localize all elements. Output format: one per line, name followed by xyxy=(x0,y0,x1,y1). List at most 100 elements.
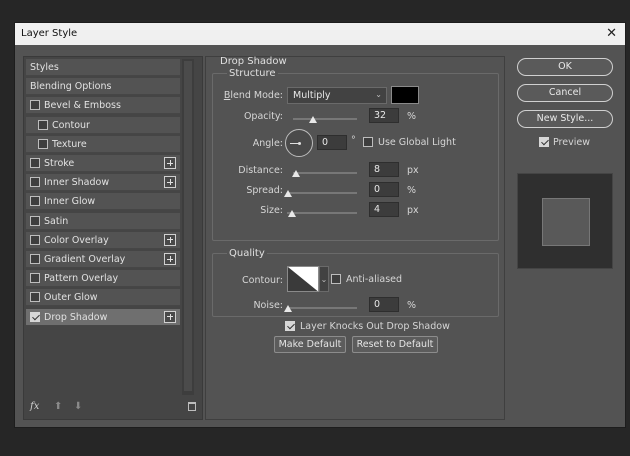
structure-title: Structure xyxy=(227,68,278,79)
shadow-color-swatch[interactable] xyxy=(391,86,419,104)
distance-input[interactable]: 8 xyxy=(369,162,399,177)
preview-checkbox[interactable] xyxy=(539,137,549,147)
title-bar: Layer Style ✕ xyxy=(15,23,625,45)
fx-icon[interactable]: fx xyxy=(30,401,39,412)
noise-unit: % xyxy=(407,300,417,311)
style-item-label: Styles xyxy=(30,62,59,73)
size-unit: px xyxy=(407,205,419,216)
spread-unit: % xyxy=(407,185,417,196)
style-item-blending-options[interactable]: Blending Options xyxy=(26,78,180,96)
style-checkbox[interactable] xyxy=(30,292,40,303)
opacity-slider-thumb[interactable] xyxy=(309,116,318,123)
style-checkbox[interactable] xyxy=(30,100,40,111)
size-slider-thumb[interactable] xyxy=(288,210,296,217)
noise-input[interactable]: 0 xyxy=(369,297,399,312)
add-instance-icon[interactable] xyxy=(164,233,176,246)
noise-slider-thumb[interactable] xyxy=(284,305,292,312)
opacity-slider[interactable] xyxy=(293,118,357,120)
preview-label: Preview xyxy=(553,137,590,148)
style-item-color-overlay[interactable]: Color Overlay xyxy=(26,231,180,249)
quality-group: Quality Contour: ⌄ Anti-aliased Noise: 0… xyxy=(212,248,499,317)
drop-shadow-settings: Drop Shadow Structure Blend Mode: Multip… xyxy=(205,56,505,420)
layer-style-dialog: Layer Style ✕ Styles Blending Options Beve… xyxy=(14,22,626,428)
style-item-label: Stroke xyxy=(44,158,75,169)
knocks-out-checkbox[interactable] xyxy=(285,321,295,331)
distance-unit: px xyxy=(407,165,419,176)
style-item-styles[interactable]: Styles xyxy=(26,59,180,76)
add-instance-icon[interactable] xyxy=(164,176,176,189)
add-instance-icon[interactable] xyxy=(164,157,176,169)
angle-unit: ° xyxy=(351,135,356,146)
chevron-down-icon[interactable]: ⌄ xyxy=(319,266,329,292)
style-item-gradient-overlay[interactable]: Gradient Overlay xyxy=(26,251,180,268)
chevron-down-icon: ⌄ xyxy=(375,90,382,99)
anti-aliased-checkbox[interactable] xyxy=(331,274,341,284)
move-down-icon[interactable]: ⬇ xyxy=(74,401,84,413)
use-global-light-checkbox[interactable] xyxy=(363,137,373,147)
size-label: Size: xyxy=(260,205,283,216)
scrollbar-thumb[interactable] xyxy=(184,61,192,391)
spread-input[interactable]: 0 xyxy=(369,182,399,197)
contour-label: Contour: xyxy=(242,275,283,286)
styles-list: Styles Blending Options Bevel & Emboss Cont… xyxy=(23,56,203,420)
spread-slider-thumb[interactable] xyxy=(284,190,292,197)
style-item-texture[interactable]: Texture xyxy=(26,135,180,153)
blend-mode-label: Blend Mode: xyxy=(223,90,283,101)
style-item-inner-shadow[interactable]: Inner Shadow xyxy=(26,174,180,192)
style-item-pattern-overlay[interactable]: Pattern Overlay xyxy=(26,270,180,288)
reset-to-default-button[interactable]: Reset to Default xyxy=(352,336,438,353)
distance-slider-thumb[interactable] xyxy=(292,170,300,177)
style-item-bevel-emboss[interactable]: Bevel & Emboss xyxy=(26,97,180,115)
style-checkbox[interactable] xyxy=(30,215,40,226)
add-instance-icon[interactable] xyxy=(164,253,176,265)
spread-slider[interactable] xyxy=(287,192,357,194)
style-item-label: Gradient Overlay xyxy=(44,254,126,265)
structure-group: Structure Blend Mode: Multiply ⌄ Opacity… xyxy=(212,68,499,241)
ok-button[interactable]: OK xyxy=(517,58,613,76)
style-item-label: Contour xyxy=(52,119,90,131)
angle-label: Angle: xyxy=(252,138,283,149)
style-item-label: Bevel & Emboss xyxy=(44,100,121,112)
distance-label: Distance: xyxy=(238,165,283,176)
style-item-contour[interactable]: Contour xyxy=(26,116,180,134)
size-slider[interactable] xyxy=(287,212,357,214)
style-item-label: Texture xyxy=(52,138,87,150)
style-checkbox[interactable] xyxy=(30,273,40,284)
opacity-input[interactable]: 32 xyxy=(369,108,399,123)
dialog-title: Layer Style xyxy=(21,28,78,39)
noise-label: Noise: xyxy=(253,300,283,311)
style-checkbox[interactable] xyxy=(30,158,40,168)
contour-preview[interactable] xyxy=(287,266,319,292)
cancel-button[interactable]: Cancel xyxy=(517,84,613,102)
trash-icon[interactable] xyxy=(188,402,196,411)
use-global-light-label: Use Global Light xyxy=(378,137,456,148)
style-checkbox[interactable] xyxy=(30,177,40,188)
angle-dial[interactable] xyxy=(285,129,313,157)
move-up-icon[interactable]: ⬆ xyxy=(54,401,64,413)
style-item-outer-glow[interactable]: Outer Glow xyxy=(26,289,180,307)
style-checkbox[interactable] xyxy=(30,196,40,207)
angle-input[interactable]: 0 xyxy=(317,135,347,150)
size-input[interactable]: 4 xyxy=(369,202,399,217)
noise-slider[interactable] xyxy=(287,307,357,309)
close-icon[interactable]: ✕ xyxy=(606,26,617,41)
style-item-satin[interactable]: Satin xyxy=(26,212,180,230)
distance-slider[interactable] xyxy=(293,172,357,174)
style-item-drop-shadow[interactable]: Drop Shadow xyxy=(26,308,180,326)
style-checkbox[interactable] xyxy=(30,311,40,322)
style-checkbox[interactable] xyxy=(38,138,48,149)
blend-mode-select[interactable]: Multiply ⌄ xyxy=(287,87,387,104)
styles-scrollbar[interactable] xyxy=(182,59,194,395)
style-item-label: Drop Shadow xyxy=(44,311,108,323)
style-checkbox[interactable] xyxy=(38,119,48,130)
style-item-stroke[interactable]: Stroke xyxy=(26,155,180,172)
add-instance-icon[interactable] xyxy=(164,310,176,323)
preview-swatch xyxy=(542,198,590,246)
new-style-button[interactable]: New Style... xyxy=(517,110,613,128)
make-default-button[interactable]: Make Default xyxy=(274,336,346,353)
style-item-inner-glow[interactable]: Inner Glow xyxy=(26,193,180,211)
style-checkbox[interactable] xyxy=(30,254,40,264)
anti-aliased-label: Anti-aliased xyxy=(346,274,403,285)
style-checkbox[interactable] xyxy=(30,234,40,245)
style-preview xyxy=(517,173,613,269)
